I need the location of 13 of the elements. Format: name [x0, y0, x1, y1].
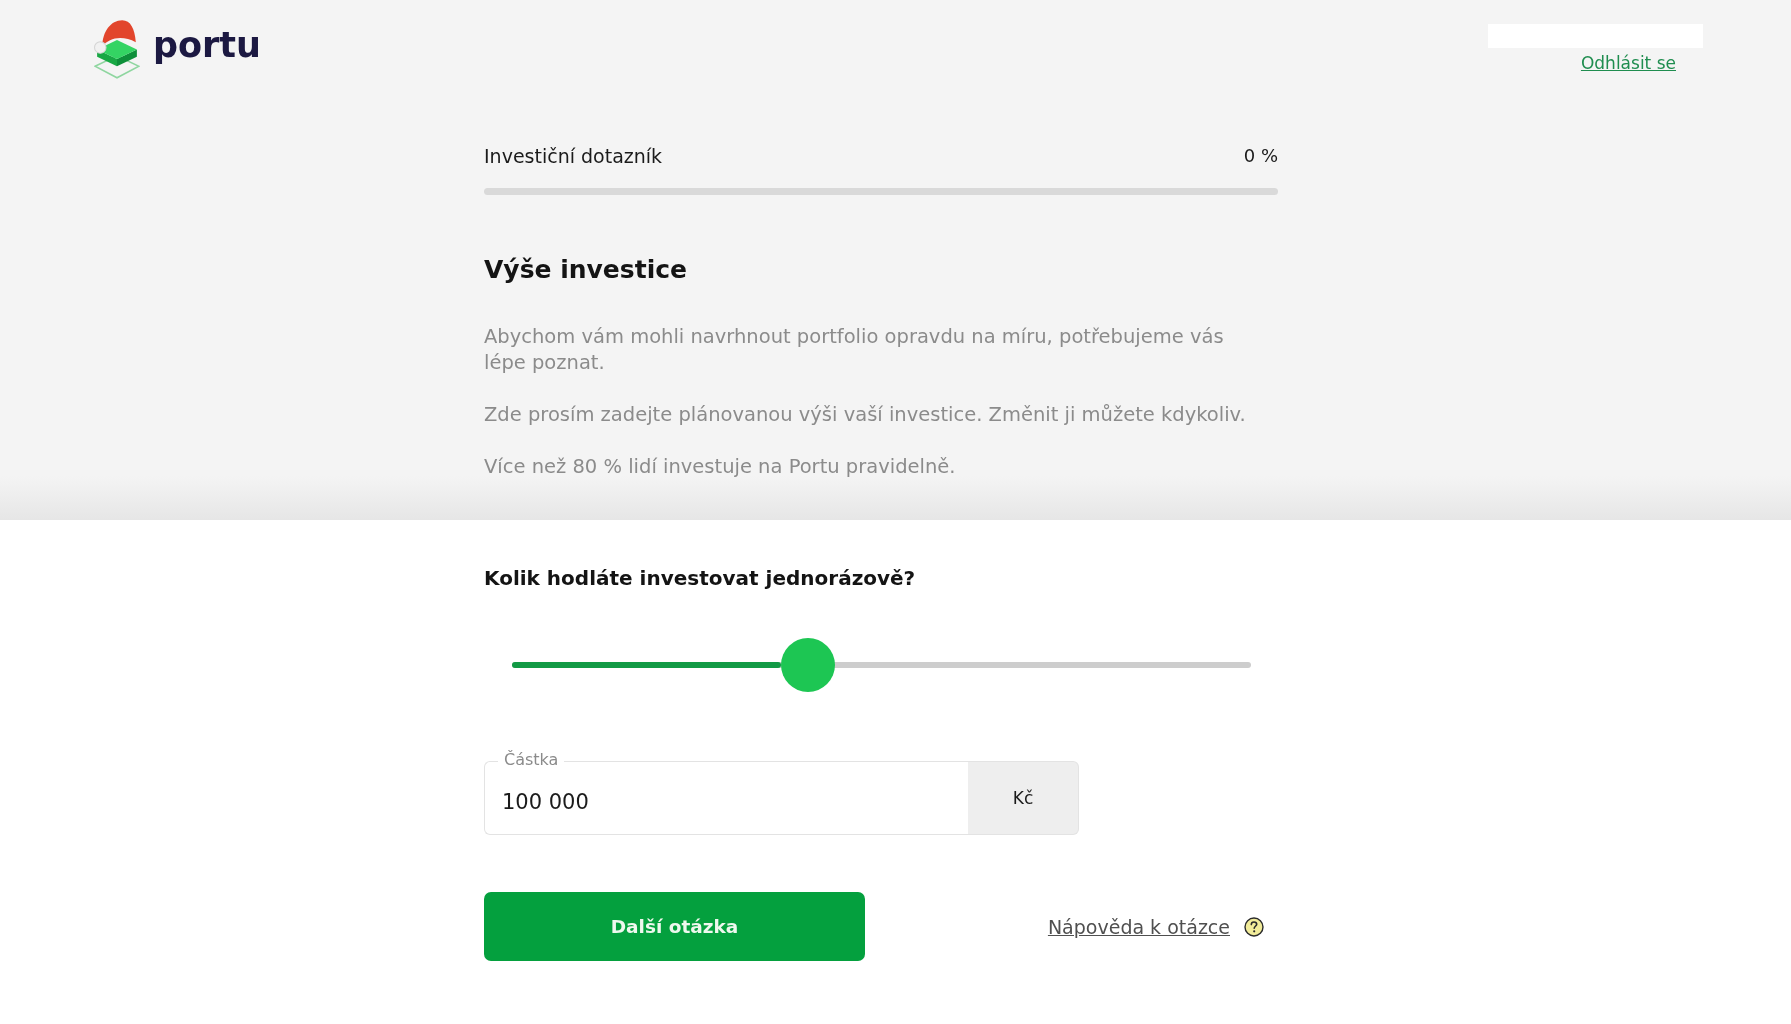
logo-icon — [94, 19, 140, 79]
intro-paragraph: Abychom vám mohli navrhnout portfolio opravdu na míru, potřebujeme vás lépe poznat. — [484, 324, 1225, 376]
progress-title: Investiční dotazník — [484, 144, 663, 168]
slider-handle[interactable] — [780, 638, 835, 692]
logout-link[interactable]: Odhlásit se — [1580, 52, 1676, 74]
help-icon[interactable] — [1244, 916, 1264, 937]
intro-paragraph: Více než 80 % lidí investuje na Portu pravidelně. — [484, 454, 957, 480]
section-heading: Výše investice — [484, 254, 688, 286]
question-title: Kolik hodláte investovat jednorázově? — [484, 565, 917, 592]
help-link[interactable]: Nápověda k otázce — [1047, 915, 1230, 938]
progress-percent: 0 % — [1243, 144, 1278, 168]
logo-text: portu — [153, 25, 261, 65]
intro-paragraph: Zde prosím zadejte plánovanou výši vaší investice. Změnit ji můžete kdykoliv. — [484, 402, 1247, 428]
